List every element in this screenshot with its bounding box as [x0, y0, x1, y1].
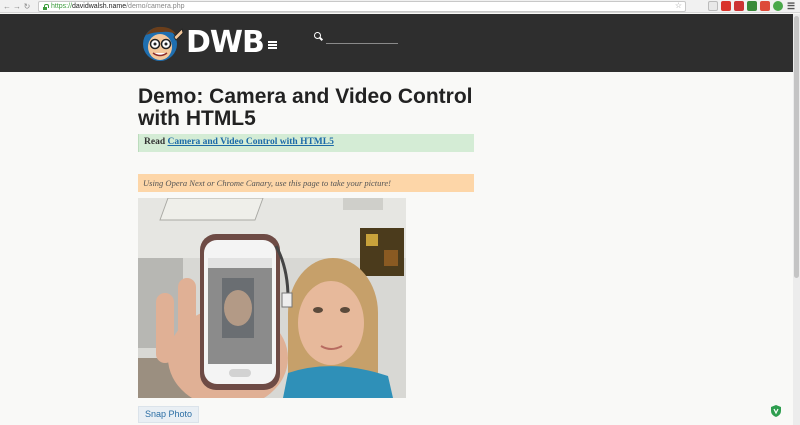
- back-arrow-icon[interactable]: ←: [2, 0, 12, 13]
- extension-icons: ☰: [708, 1, 796, 11]
- article-link[interactable]: Camera and Video Control with HTML5: [168, 137, 334, 147]
- extension-box-icon[interactable]: [734, 1, 744, 11]
- vertical-scrollbar[interactable]: [793, 14, 800, 425]
- lock-icon: [42, 3, 49, 10]
- main-content: Demo: Camera and Video Control with HTML…: [138, 86, 474, 192]
- search-icon[interactable]: [314, 31, 323, 41]
- extension-shield-icon[interactable]: [747, 1, 757, 11]
- url-scheme: https://: [51, 3, 73, 10]
- address-bar[interactable]: https:// davidwalsh.name /demo/camera.ph…: [38, 1, 686, 12]
- browser-toolbar: ← → ↻ https:// davidwalsh.name /demo/cam…: [0, 0, 800, 13]
- snap-photo-button[interactable]: Snap Photo: [138, 406, 199, 423]
- bookmark-star-icon[interactable]: ☆: [675, 1, 682, 10]
- shield-badge-icon[interactable]: [771, 404, 781, 417]
- mascot-logo-icon: [138, 23, 184, 63]
- site-header: DWB: [0, 14, 800, 72]
- menu-toggle-icon[interactable]: [267, 40, 277, 49]
- page-icon[interactable]: [708, 1, 718, 11]
- reload-icon[interactable]: ↻: [22, 0, 32, 13]
- scrollbar-thumb[interactable]: [794, 16, 799, 278]
- logo-text: DWB: [186, 25, 265, 60]
- hamburger-menu-icon[interactable]: ☰: [786, 1, 796, 11]
- read-article-box: Read Camera and Video Control with HTML5: [138, 134, 474, 152]
- url-path: /demo/camera.php: [126, 3, 185, 10]
- read-prefix: Read: [144, 137, 166, 147]
- notice-box: Using Opera Next or Chrome Canary, use t…: [138, 174, 474, 192]
- page-title: Demo: Camera and Video Control with HTML…: [138, 85, 473, 130]
- url-host: davidwalsh.name: [72, 3, 127, 10]
- extension-red-icon[interactable]: [721, 1, 731, 11]
- search-input[interactable]: [326, 34, 398, 44]
- forward-arrow-icon[interactable]: →: [12, 0, 22, 13]
- extension-green-icon[interactable]: [773, 1, 783, 11]
- site-logo[interactable]: DWB: [138, 23, 277, 63]
- camera-video-feed: [138, 198, 406, 398]
- extension-plus-icon[interactable]: [760, 1, 770, 11]
- search-area: [314, 28, 398, 44]
